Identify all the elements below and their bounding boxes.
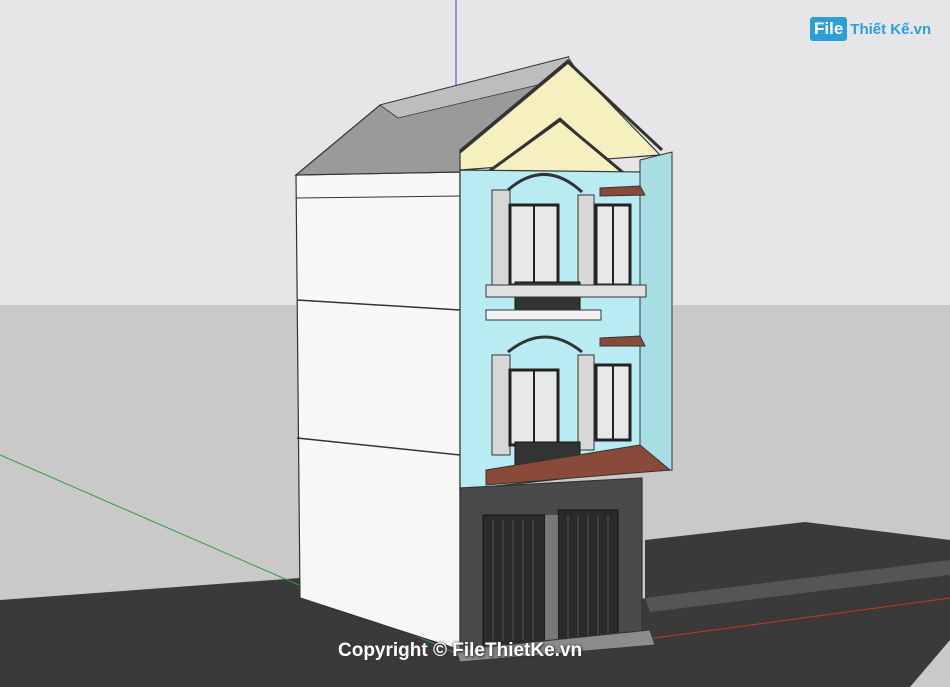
logo-text: Thiết Kế.vn <box>850 20 932 38</box>
balcony-ledge-upper <box>485 309 602 321</box>
column-left-upper <box>491 189 511 291</box>
column-right-lower <box>577 354 595 451</box>
sketchup-viewport <box>0 0 950 687</box>
balcony-slab-upper <box>485 284 647 298</box>
right-side-wall <box>639 151 673 473</box>
copyright-watermark: Copyright © FileThietKe.vn <box>338 640 583 661</box>
door-gap <box>545 515 558 643</box>
awning-lower <box>599 335 646 347</box>
entrance-door-left <box>482 514 546 646</box>
column-left-lower <box>491 354 511 456</box>
column-right-upper <box>577 194 595 291</box>
side-wall <box>295 171 461 651</box>
filethietke-logo: File Thiết Kế.vn <box>810 14 940 44</box>
logo-badge: File <box>810 17 848 41</box>
awning-upper <box>599 185 646 197</box>
